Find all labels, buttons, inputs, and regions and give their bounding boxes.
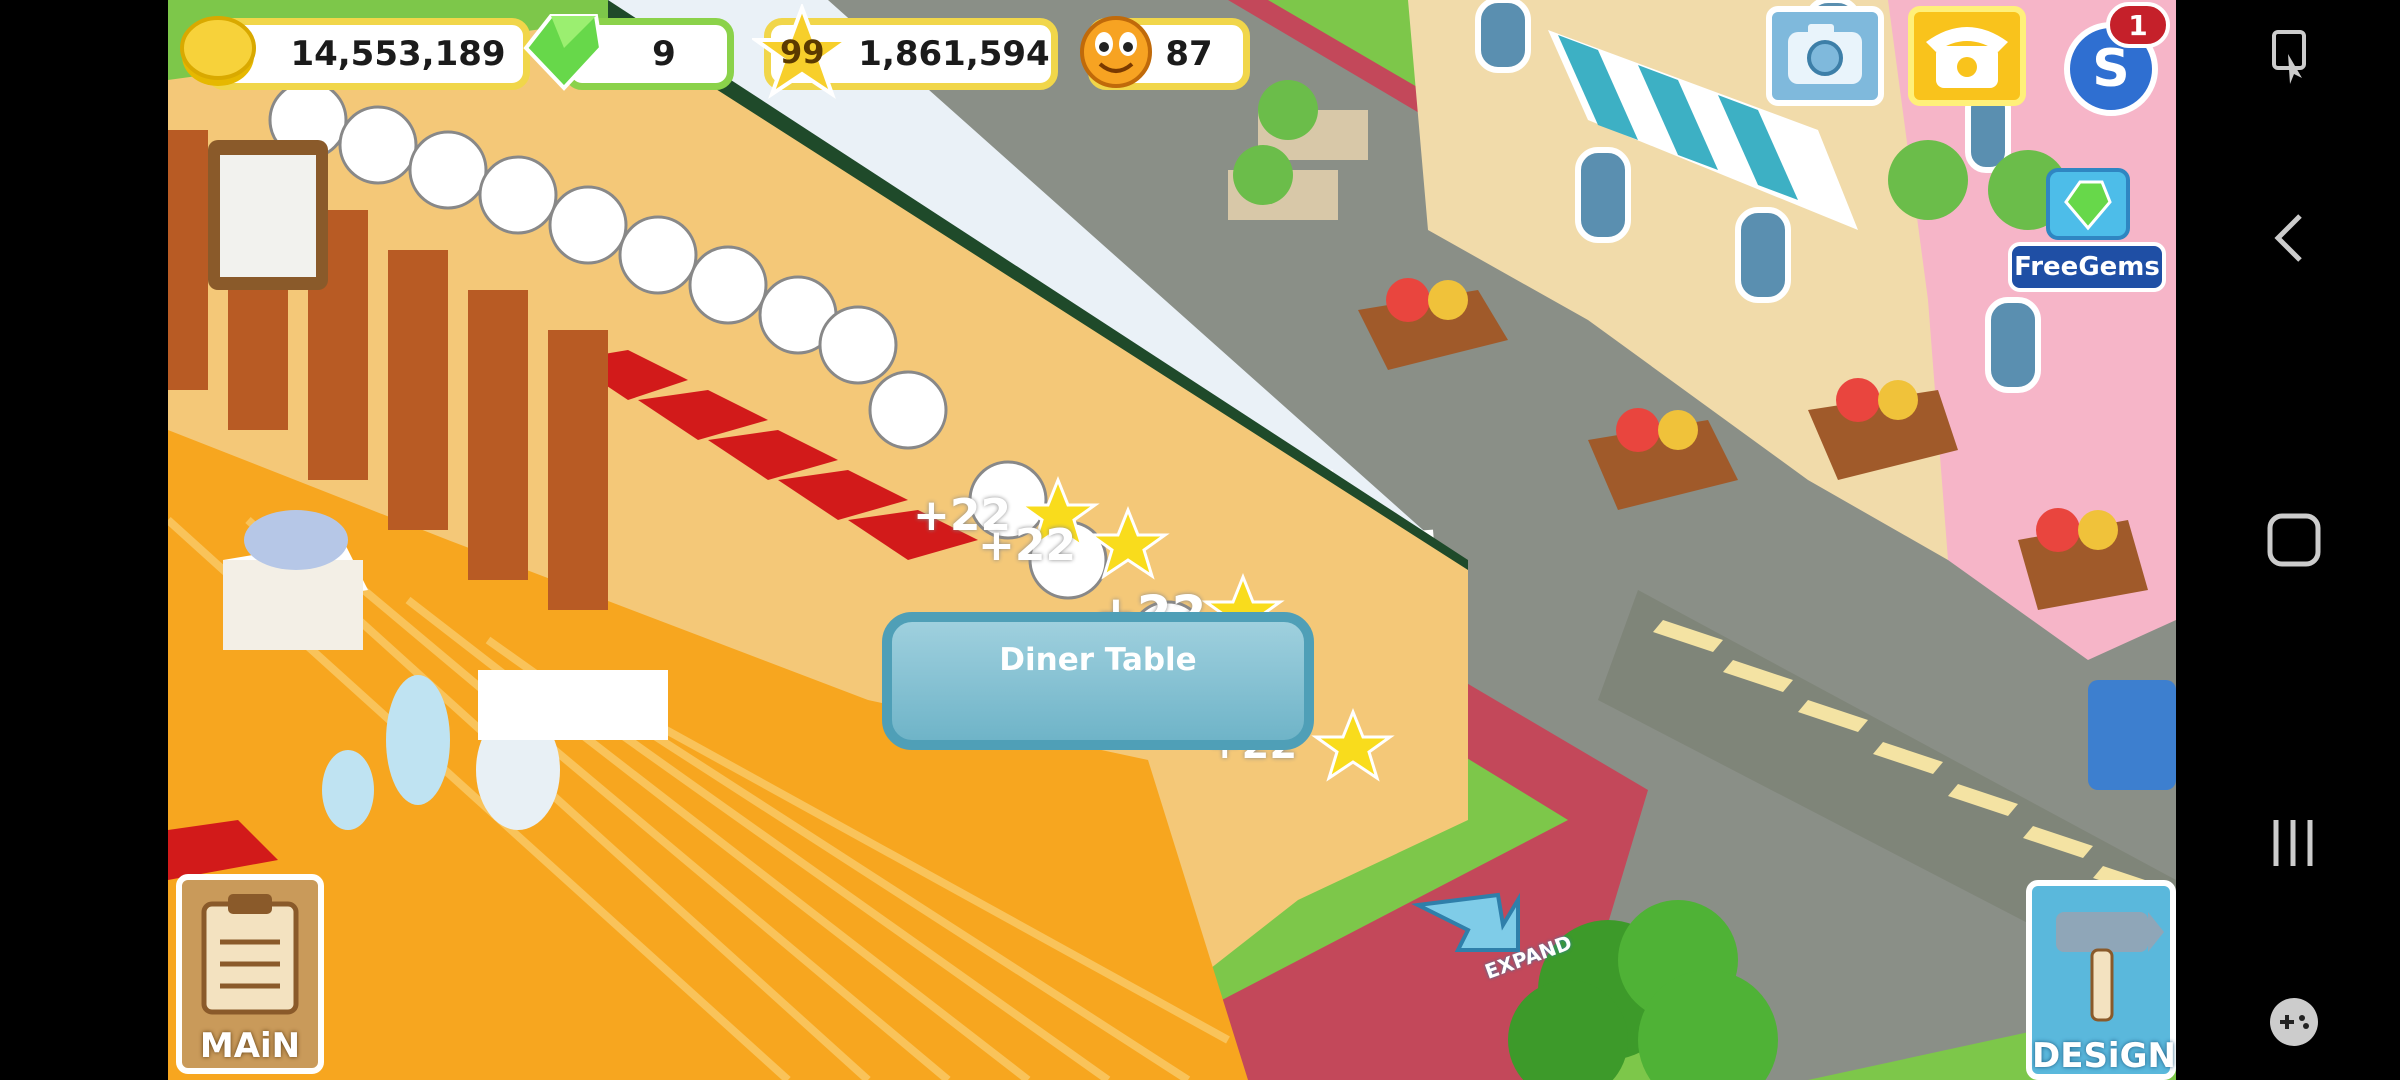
camera-button[interactable] [1766, 6, 1884, 106]
main-menu-button[interactable]: MAiN [176, 874, 324, 1074]
design-button[interactable]: DESiGN [2026, 880, 2176, 1080]
hammer-icon [2056, 912, 2164, 1022]
phone-icon [1926, 27, 2008, 88]
recents-icon[interactable] [2268, 818, 2318, 868]
free-gems-button[interactable]: FreeGems [2008, 162, 2166, 292]
phone-button[interactable] [1908, 6, 2026, 106]
mailbox [2088, 680, 2176, 790]
main-label: MAiN [199, 1026, 301, 1066]
level-value: 99 [780, 33, 825, 71]
design-label: DESiGN [2032, 1036, 2176, 1076]
game-tools-icon[interactable] [2266, 994, 2322, 1050]
coins-value: 14,553,189 [290, 34, 506, 74]
item-name-popup[interactable]: Diner Table [882, 612, 1314, 750]
gem-icon [2046, 168, 2130, 240]
screenshot-edit-icon[interactable] [2270, 28, 2314, 88]
free-gems-label: FreeGems [2008, 242, 2166, 292]
system-navigation-bar [2176, 0, 2400, 1080]
notification-badge: 1 [2106, 2, 2170, 48]
clipboard-icon [201, 894, 299, 1015]
camera-icon [1788, 24, 1862, 84]
home-icon[interactable] [2266, 512, 2322, 568]
screen: +22 +22 +22 +22 Diner Table EXPAND 14,55… [0, 0, 2400, 1080]
gems-value: 9 [652, 34, 676, 74]
back-icon[interactable] [2270, 212, 2310, 264]
rating-value: 87 [1165, 34, 1213, 74]
social-s-icon: S [2092, 39, 2130, 99]
smiley-icon [1080, 16, 1152, 88]
wall-clipboard [208, 140, 328, 290]
gem-icon [523, 14, 604, 91]
experience-value: 1,861,594 [858, 34, 1050, 74]
game-viewport[interactable]: +22 +22 +22 +22 Diner Table EXPAND 14,55… [168, 0, 2176, 1080]
coin-icon [180, 16, 256, 86]
restaurant-scene[interactable] [168, 0, 2176, 1080]
item-name-label: Diner Table [999, 642, 1197, 678]
reward-float: +22 [978, 520, 1077, 571]
